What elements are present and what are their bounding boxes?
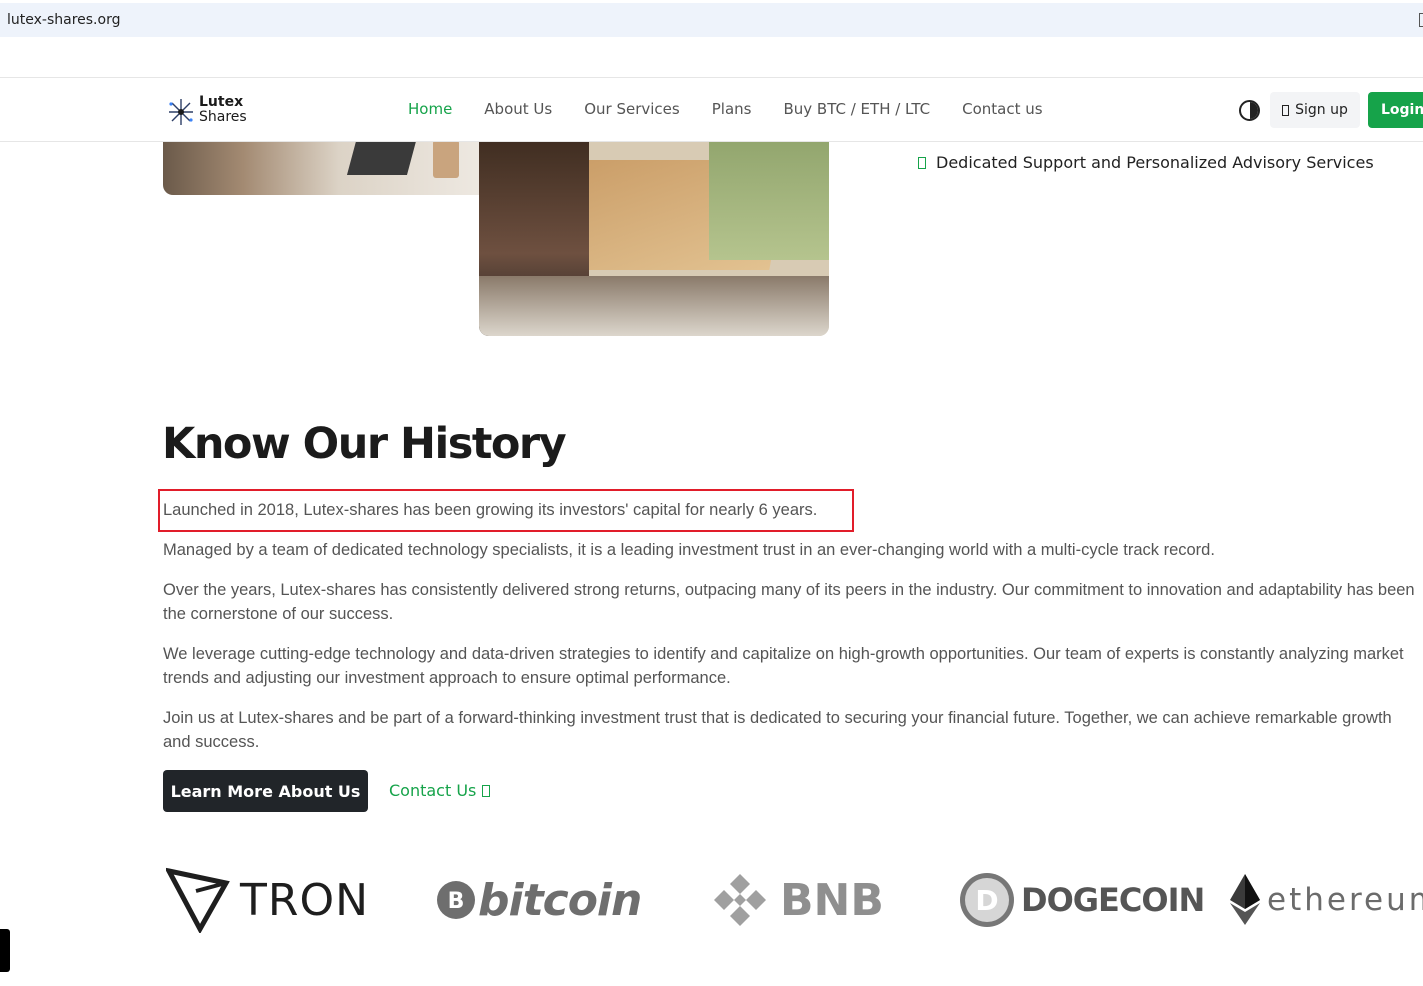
history-paragraph-4: We leverage cutting-edge technology and … [163, 645, 1404, 687]
nav-about-us[interactable]: About Us [484, 100, 552, 118]
history-paragraph-5: Join us at Lutex-shares and be part of a… [163, 709, 1392, 751]
svg-text:B: B [448, 889, 465, 914]
nav-home[interactable]: Home [408, 100, 452, 118]
learn-more-button[interactable]: Learn More About Us [163, 770, 368, 812]
tron-icon [166, 867, 230, 933]
logo-text: Lutex Shares [199, 95, 247, 125]
dogecoin-icon: D [960, 873, 1014, 927]
nav-buy-crypto[interactable]: Buy BTC / ETH / LTC [783, 100, 930, 118]
history-paragraph-2: Managed by a team of dedicated technolog… [163, 541, 1215, 559]
history-title: Know Our History [162, 419, 567, 469]
site-logo[interactable]: Lutex Shares [165, 95, 265, 129]
bnb-icon [714, 874, 766, 926]
nav-contact-us[interactable]: Contact us [962, 100, 1042, 118]
dogecoin-logo: D DOGECOIN [959, 865, 1205, 935]
user-icon [1282, 104, 1290, 116]
ethereum-icon [1230, 874, 1260, 925]
side-tab-button[interactable] [0, 929, 10, 972]
arrow-icon [482, 785, 491, 797]
nav-links: Home About Us Our Services Plans Buy BTC… [408, 100, 1075, 118]
logo-star-icon [169, 99, 193, 125]
bnb-text: BNB [780, 874, 884, 926]
cup-shape [433, 140, 459, 178]
bitcoin-icon: B [437, 881, 475, 919]
browser-url-bar[interactable]: lutex-shares.org [0, 3, 1423, 37]
person-shape [709, 130, 829, 260]
dogecoin-text: DOGECOIN [1021, 881, 1205, 919]
theme-toggle-icon[interactable] [1239, 100, 1260, 121]
ethereum-logo: ethereum [1229, 865, 1423, 935]
logo-line-2: Shares [199, 109, 247, 125]
history-paragraph-1: Launched in 2018, Lutex-shares has been … [163, 501, 818, 519]
feature-item: Dedicated Support and Personalized Advis… [918, 153, 1374, 172]
ethereum-text: ethereum [1267, 882, 1423, 918]
login-button[interactable]: Login [1368, 92, 1423, 128]
office-photo-meeting [479, 130, 829, 336]
signup-label: Sign up [1295, 102, 1348, 118]
history-paragraph-3: Over the years, Lutex-shares has consist… [163, 581, 1415, 623]
bitcoin-logo: B bitcoin [436, 865, 642, 935]
theme-toggle-half [1249, 102, 1258, 119]
url-text[interactable]: lutex-shares.org [7, 12, 120, 28]
contact-us-label: Contact Us [389, 781, 477, 800]
main-navbar: Lutex Shares Home About Us Our Services … [0, 77, 1423, 142]
bnb-logo: BNB [712, 865, 884, 935]
contact-us-link[interactable]: Contact Us [389, 781, 491, 800]
window-edge-icon [1419, 13, 1423, 27]
nav-plans[interactable]: Plans [712, 100, 752, 118]
feature-text: Dedicated Support and Personalized Advis… [936, 153, 1374, 172]
tron-logo: TRON [166, 865, 369, 935]
check-icon [918, 157, 926, 169]
nav-our-services[interactable]: Our Services [584, 100, 680, 118]
bitcoin-text: bitcoin [478, 874, 642, 926]
floor-shape [479, 276, 829, 336]
signup-button[interactable]: Sign up [1270, 92, 1360, 128]
tron-text: TRON [240, 874, 369, 926]
svg-text:D: D [975, 884, 998, 917]
logo-line-1: Lutex [199, 94, 244, 110]
